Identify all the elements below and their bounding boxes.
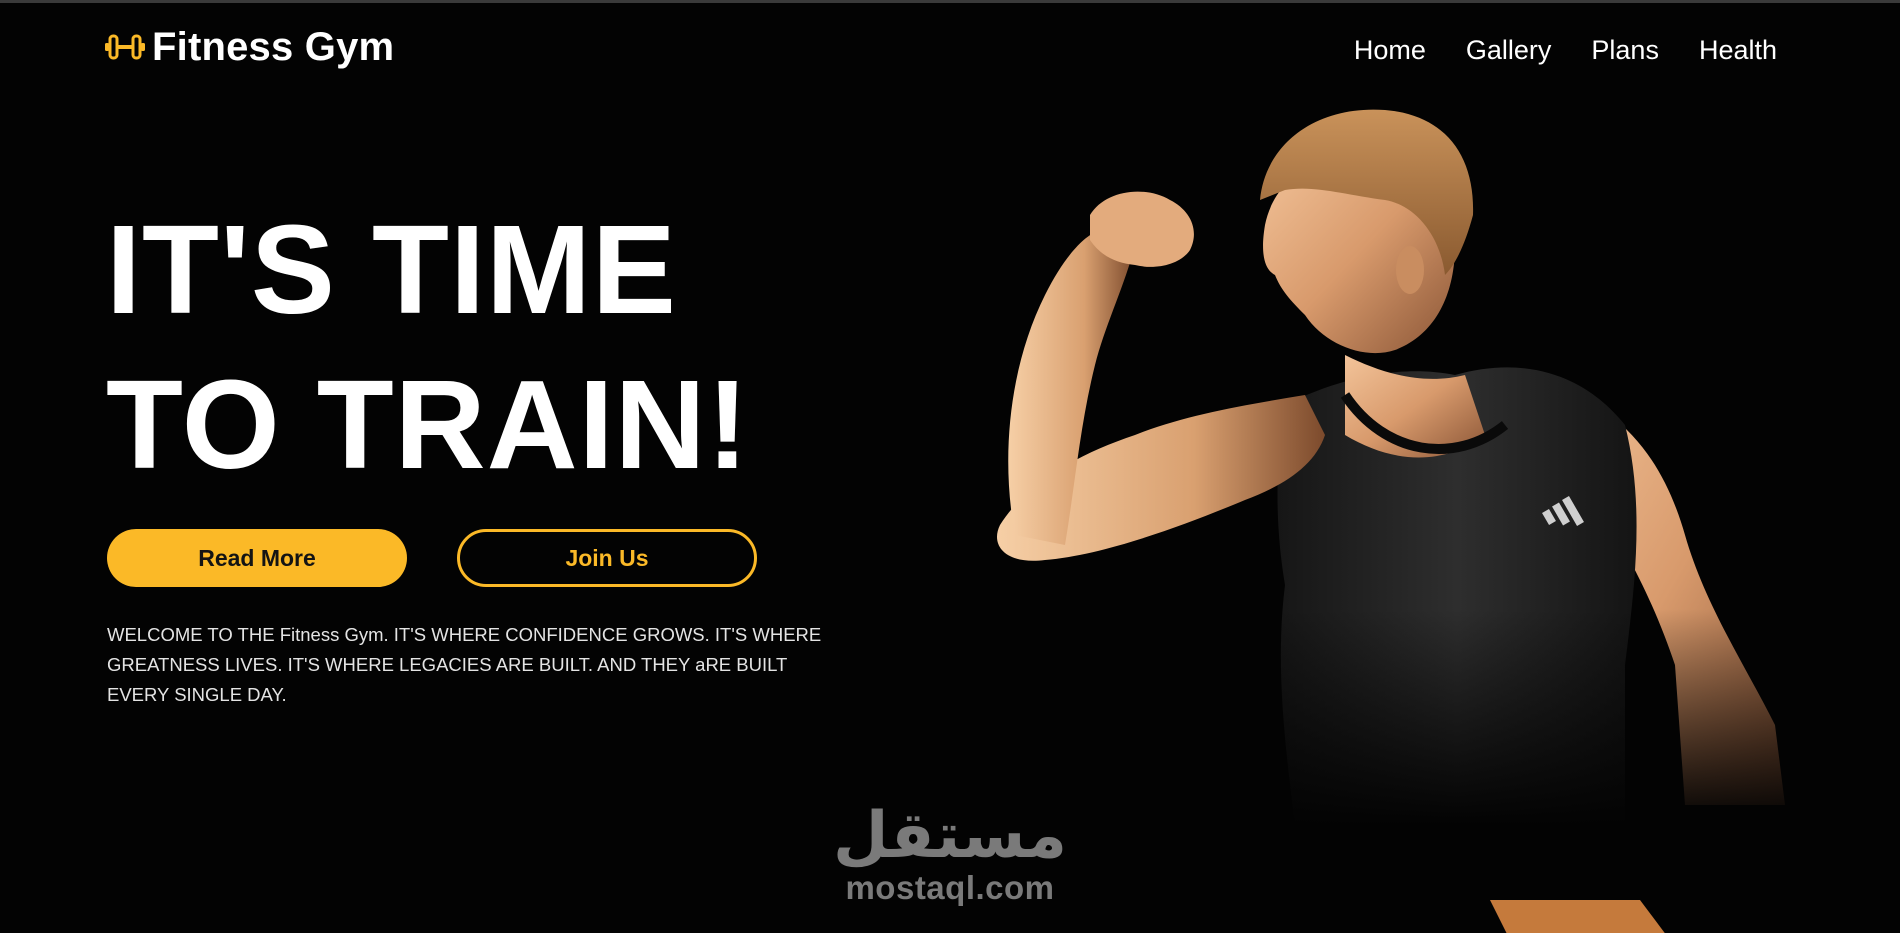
watermark-arabic: مستقل [832, 799, 1068, 871]
top-border [0, 0, 1900, 3]
nav-home[interactable]: Home [1354, 32, 1426, 68]
hero-title-line-1: IT'S TIME [106, 199, 677, 340]
athlete-image [985, 105, 1805, 825]
hero-title-line-2: TO TRAIN! [106, 354, 750, 495]
next-section-image-edge [1490, 900, 1665, 933]
logo-text: Fitness Gym [152, 25, 395, 69]
nav-plans[interactable]: Plans [1591, 32, 1659, 68]
nav-health[interactable]: Health [1699, 32, 1777, 68]
mostaql-watermark: مستقل mostaql.com [830, 800, 1070, 906]
read-more-button[interactable]: Read More [107, 529, 407, 587]
dumbbell-icon [105, 34, 145, 60]
landing-page: Fitness Gym Home Gallery Plans Health IT… [0, 0, 1900, 933]
nav-gallery[interactable]: Gallery [1466, 32, 1552, 68]
hero-title: IT'S TIME TO TRAIN! [106, 192, 750, 502]
hero-description: WELCOME TO THE Fitness Gym. IT'S WHERE C… [107, 624, 822, 705]
watermark-latin: mostaql.com [845, 869, 1055, 906]
join-us-button[interactable]: Join Us [457, 529, 757, 587]
logo[interactable]: Fitness Gym [104, 24, 394, 70]
main-nav: Home Gallery Plans Health [1354, 32, 1777, 68]
